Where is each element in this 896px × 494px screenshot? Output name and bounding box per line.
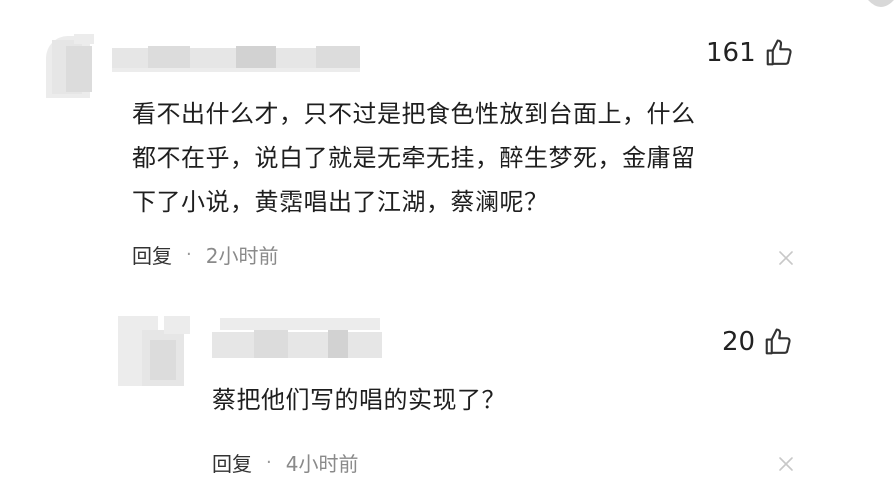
close-icon[interactable] xyxy=(778,456,794,472)
scroll-corner xyxy=(868,0,894,7)
comment-text: 看不出什么才，只不过是把食色性放到台面上，什么 都不在乎，说白了就是无牵无挂，醉… xyxy=(132,92,792,224)
close-icon[interactable] xyxy=(778,250,794,266)
comment-text: 蔡把他们写的唱的实现了？ xyxy=(212,378,792,422)
thumbs-up-icon xyxy=(765,328,791,355)
comment-time: 4小时前 xyxy=(285,452,359,476)
like-count-button[interactable]: 20 xyxy=(722,327,793,357)
comment-text-line: 蔡把他们写的唱的实现了？ xyxy=(212,386,506,414)
comment-time: 2小时前 xyxy=(205,244,279,268)
like-count: 20 xyxy=(722,327,756,357)
meta-separator: · xyxy=(186,244,192,265)
comment-meta: 回复 · 4小时前 xyxy=(212,448,358,477)
comment-meta: 回复 · 2小时前 xyxy=(132,240,278,269)
thumbs-up-icon xyxy=(766,39,792,66)
meta-separator: · xyxy=(266,452,272,473)
like-count-button[interactable]: 161 xyxy=(706,38,794,68)
reply-button[interactable]: 回复 xyxy=(132,240,172,269)
like-count: 161 xyxy=(706,38,756,68)
comment-text-line: 都不在乎，说白了就是无牵无挂，醉生梦死，金庸留 xyxy=(132,144,696,172)
comment-text-line: 看不出什么才，只不过是把食色性放到台面上，什么 xyxy=(132,100,696,128)
reply-button[interactable]: 回复 xyxy=(212,448,252,477)
comment-text-line: 下了小说，黄霑唱出了江湖，蔡澜呢？ xyxy=(132,188,549,216)
